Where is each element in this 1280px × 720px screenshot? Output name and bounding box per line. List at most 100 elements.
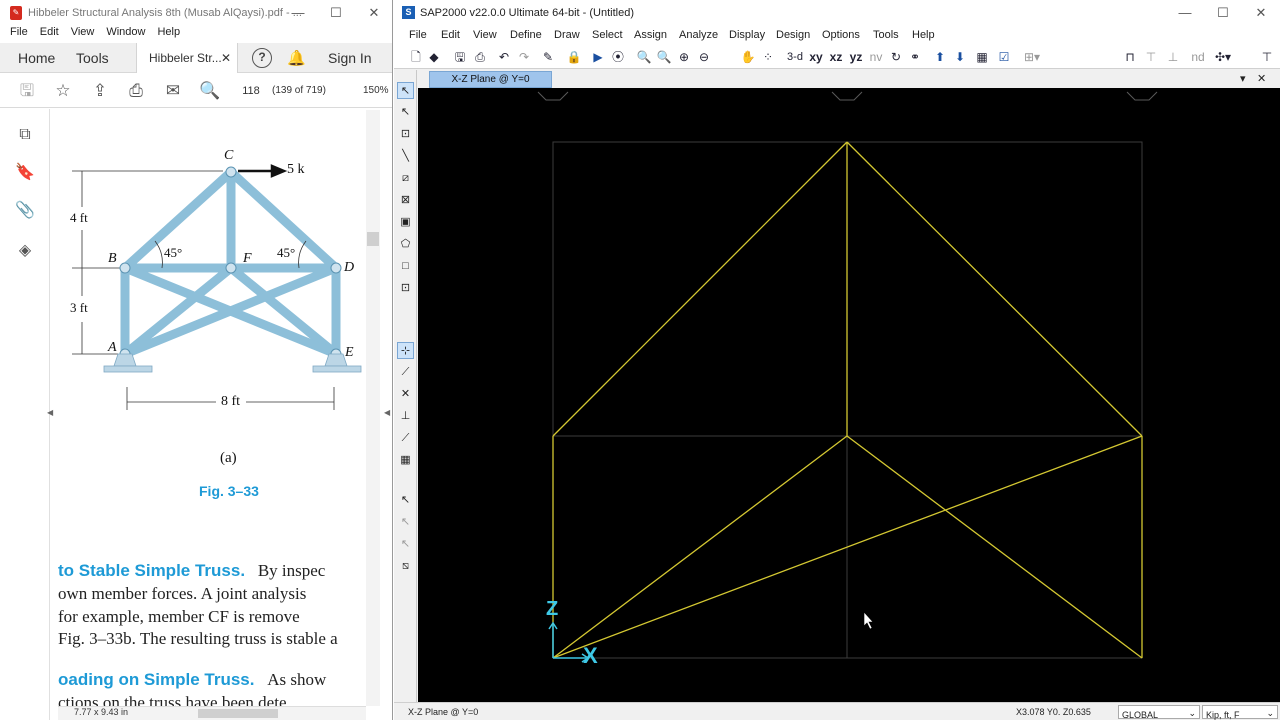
menu-view[interactable]: View <box>473 26 497 45</box>
units-select[interactable]: Kip, ft, F ⌄ <box>1202 705 1278 720</box>
zoom-in-icon[interactable]: ⊕ <box>676 48 692 66</box>
redo-icon[interactable]: ↷ <box>516 48 532 66</box>
frame-icon[interactable]: ⊓ <box>1122 48 1138 66</box>
zoom-window-icon[interactable]: 🔍 <box>636 48 652 66</box>
perspective-icon[interactable]: ⁘ <box>760 48 776 66</box>
menu-define[interactable]: Define <box>510 26 542 45</box>
structure-icon[interactable]: ⊤ <box>1142 48 1160 66</box>
attachment-icon[interactable]: 📎 <box>15 201 35 221</box>
menu-analyze[interactable]: Analyze <box>679 26 718 45</box>
more-tools-icon[interactable]: ⊤ <box>1260 48 1274 66</box>
clear-selection-icon[interactable]: ↖ <box>397 536 414 553</box>
save-icon[interactable]: 🖫 <box>452 48 468 66</box>
get-previous-icon[interactable]: ↖ <box>397 514 414 531</box>
tab-tools[interactable]: Tools <box>76 43 109 73</box>
quick-area-icon[interactable]: ⊡ <box>397 280 414 297</box>
close-button[interactable]: ✕ <box>355 0 392 26</box>
coord-system-select[interactable]: GLOBAL ⌄ <box>1118 705 1200 720</box>
menu-options[interactable]: Options <box>822 26 860 45</box>
snap-perpendicular-icon[interactable]: ⊥ <box>397 408 414 425</box>
zoom-search-icon[interactable]: 🔍 <box>199 80 221 102</box>
zoom-restore-icon[interactable]: 🔍 <box>656 48 672 66</box>
deformed-icon[interactable]: ⊥ <box>1164 48 1182 66</box>
tools-dropdown-icon[interactable]: ⊞▾ <box>1020 48 1044 66</box>
tab-document[interactable]: Hibbeler Str... ✕ <box>136 43 238 73</box>
undo-icon[interactable]: ↶ <box>496 48 512 66</box>
minimize-button[interactable]: — <box>1166 0 1204 26</box>
menu-edit[interactable]: Edit <box>441 26 460 45</box>
menu-file[interactable]: File <box>10 26 28 42</box>
quick-brace-icon[interactable]: ▣ <box>397 214 414 231</box>
menu-window[interactable]: Window <box>106 26 145 42</box>
mail-icon[interactable]: ✉ <box>162 80 184 102</box>
draw-frame-icon[interactable]: ╲ <box>397 148 414 165</box>
menu-select[interactable]: Select <box>592 26 623 45</box>
zoom-level[interactable]: 150% <box>363 81 389 101</box>
star-icon[interactable]: ☆ <box>52 80 74 102</box>
run-analysis-icon[interactable]: ⦿ <box>610 48 626 66</box>
sign-in-button[interactable]: Sign In <box>328 43 372 73</box>
nd-button[interactable]: nd <box>1190 48 1206 66</box>
menu-design[interactable]: Design <box>776 26 810 45</box>
draw-brace-icon[interactable]: ⊠ <box>397 192 414 209</box>
vertical-scrollbar[interactable] <box>366 110 380 706</box>
print-icon[interactable]: ⎙ <box>125 80 147 102</box>
snap-grid-icon[interactable]: ▦ <box>397 452 414 469</box>
select-all-icon[interactable]: ↖ <box>397 492 414 509</box>
snap-points-icon[interactable]: ⊹ <box>397 342 414 359</box>
close-pane-icon[interactable]: ✕ <box>1257 70 1266 88</box>
help-icon[interactable]: ? <box>252 48 272 68</box>
upload-icon[interactable]: ⇪ <box>89 80 111 102</box>
pointer-icon[interactable]: ↖ <box>397 82 414 99</box>
run-icon[interactable]: ▶ <box>590 48 606 66</box>
menu-draw[interactable]: Draw <box>554 26 580 45</box>
snap-lines-icon[interactable]: ⟋ <box>397 430 414 447</box>
menu-tools[interactable]: Tools <box>873 26 899 45</box>
page-number-input[interactable]: 118 <box>236 81 266 101</box>
save-icon[interactable]: 🖫 <box>16 80 38 102</box>
menu-help[interactable]: Help <box>157 26 180 42</box>
select-intersect-icon[interactable]: ⧅ <box>397 558 414 575</box>
open-icon[interactable]: ◆ <box>426 48 442 66</box>
new-model-icon[interactable]: 🗋 <box>408 48 424 66</box>
zoom-out-icon[interactable]: ⊖ <box>696 48 712 66</box>
menu-assign[interactable]: Assign <box>634 26 667 45</box>
view-3d-button[interactable]: 3-d <box>784 48 806 66</box>
view-xz-button[interactable]: xz <box>828 48 844 66</box>
set-display-icon[interactable]: ▦ <box>974 48 990 66</box>
draw-rect-area-icon[interactable]: □ <box>397 258 414 275</box>
maximize-button[interactable]: ☐ <box>1204 0 1242 26</box>
reshape-icon[interactable]: ↖ <box>397 104 414 121</box>
snap-intersections-icon[interactable]: ✕ <box>397 386 414 403</box>
move-up-icon[interactable]: ⬆ <box>932 48 948 66</box>
collapse-left-icon[interactable]: ◀ <box>47 408 53 417</box>
refresh-icon[interactable]: ✎ <box>540 48 556 66</box>
check-icon[interactable]: ☑ <box>996 48 1012 66</box>
draw-area-icon[interactable]: ⬠ <box>397 236 414 253</box>
maximize-button[interactable]: ☐ <box>317 0 355 26</box>
close-tab-icon[interactable]: ✕ <box>221 43 231 73</box>
menu-help[interactable]: Help <box>912 26 935 45</box>
tab-home[interactable]: Home <box>18 43 55 73</box>
pages-icon[interactable]: ⧉ <box>15 125 35 145</box>
quick-frame-icon[interactable]: ⧄ <box>397 170 414 187</box>
menu-file[interactable]: File <box>409 26 427 45</box>
collapse-right-icon[interactable]: ◀ <box>384 408 390 417</box>
view-xy-button[interactable]: xy <box>808 48 824 66</box>
view-yz-button[interactable]: yz <box>848 48 864 66</box>
snap-ends-icon[interactable]: ⟋ <box>397 364 414 381</box>
move-down-icon[interactable]: ⬇ <box>952 48 968 66</box>
pane-menu-icon[interactable]: ▾ <box>1240 70 1246 88</box>
rotate-icon[interactable]: ↻ <box>888 48 904 66</box>
minimize-button[interactable]: — <box>279 0 317 26</box>
scroll-thumb[interactable] <box>198 709 278 718</box>
tab-xz-plane[interactable]: X-Z Plane @ Y=0 <box>429 71 552 88</box>
menu-view[interactable]: View <box>71 26 95 42</box>
bell-icon[interactable]: 🔔 <box>287 49 306 67</box>
draw-joint-icon[interactable]: ⊡ <box>397 126 414 143</box>
print-icon[interactable]: ⎙ <box>472 48 488 66</box>
menu-display[interactable]: Display <box>729 26 765 45</box>
scroll-thumb[interactable] <box>367 232 379 246</box>
glasses-icon[interactable]: ⚭ <box>906 48 924 66</box>
close-button[interactable]: ✕ <box>1242 0 1280 26</box>
